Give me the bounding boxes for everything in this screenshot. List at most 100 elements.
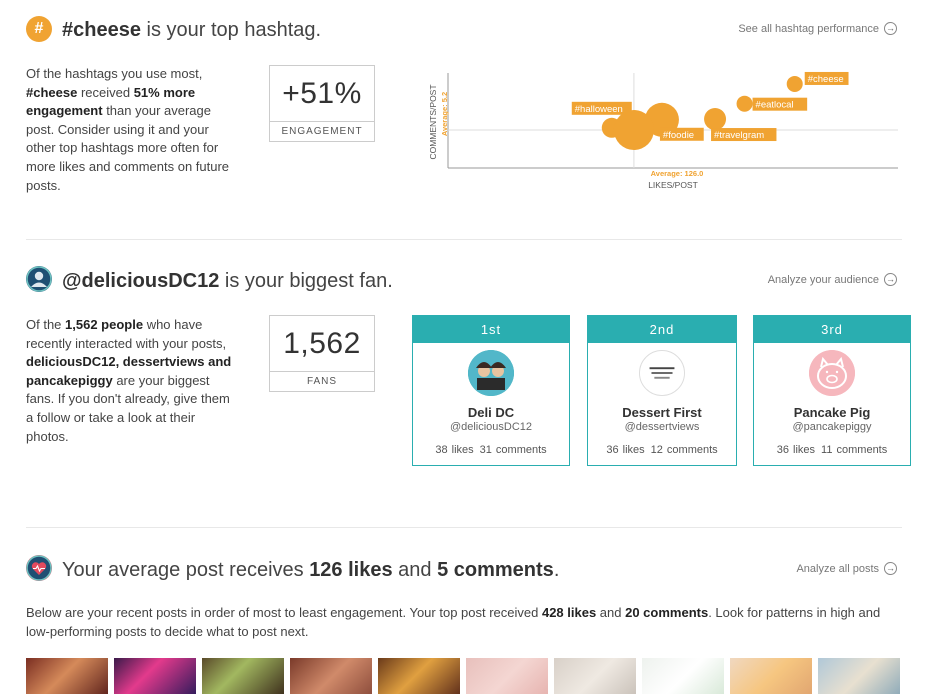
post-thumbnail[interactable] (114, 658, 196, 694)
engagement-stat-box: +51% ENGAGEMENT (269, 65, 375, 142)
fans-title-text: is your biggest fan. (219, 270, 393, 292)
post-thumbnail[interactable] (378, 658, 460, 694)
bold-span: 20 comments (625, 605, 709, 620)
fan-likes: 36 likes (776, 444, 816, 456)
fan-name: Dessert First (622, 405, 702, 420)
analyze-audience-link[interactable]: Analyze your audience → (768, 273, 897, 286)
hashtag-scatter-svg: #cheese #halloween #eatlocal #foodie #travel… (428, 71, 898, 190)
post-thumbnail[interactable] (554, 658, 636, 694)
fan-stats: 36 likes 12 comments (588, 444, 736, 456)
fans-count-value: 1,562 (283, 326, 361, 360)
text-span: and (392, 559, 438, 581)
chart-point-label: #eatlocal (756, 100, 794, 111)
analyze-audience-label: Analyze your audience (767, 273, 879, 286)
fan-rank: 3rd (754, 316, 910, 343)
engagement-value: +51% (282, 76, 362, 110)
post-thumbnail[interactable] (26, 658, 108, 694)
chart-point-label: #foodie (663, 130, 694, 141)
average-likes: 126 likes (309, 559, 393, 581)
chart-point[interactable] (613, 110, 654, 150)
analyze-all-posts-label: Analyze all posts (796, 562, 879, 575)
fan-handle[interactable]: @deliciousDC12 (413, 421, 569, 433)
hashtag-section-title: #cheese is your top hashtag. (62, 19, 321, 42)
x-axis-title: LIKES/POST (648, 180, 698, 190)
fan-handle[interactable]: @dessertviews (588, 421, 736, 433)
post-thumbnail[interactable] (466, 658, 548, 694)
fan-card-3[interactable]: 3rd Pancake Pig @pancakepiggy 36 likes 11… (753, 315, 911, 466)
arrow-right-circle-icon: → (884, 562, 897, 575)
fans-description: Of the 1,562 people who have recently in… (26, 316, 238, 446)
section-divider (26, 527, 902, 528)
biggest-fan-handle: @deliciousDC12 (62, 270, 220, 292)
y-average-label: Average: 5.2 (440, 92, 449, 136)
chart-point-label: #cheese (808, 74, 844, 85)
bold-span: 1,562 people (65, 317, 144, 332)
text-span: Below are your recent posts in order of … (26, 605, 542, 620)
chart-point-label: #travelgram (714, 130, 764, 141)
dessert-first-avatar-image (640, 351, 684, 395)
fans-count-label: FANS (270, 371, 374, 391)
fans-section-title: @deliciousDC12 is your biggest fan. (62, 270, 393, 293)
post-thumbnail[interactable] (730, 658, 812, 694)
chart-point[interactable] (736, 95, 753, 112)
deli-dc-avatar-image (468, 350, 514, 396)
see-all-hashtag-performance-label: See all hashtag performance (738, 22, 879, 35)
fan-avatar-glyph (26, 266, 52, 292)
engagement-label: ENGAGEMENT (270, 121, 374, 141)
text-span: Of the hashtags you use most, (26, 66, 203, 81)
recent-posts-strip (26, 658, 900, 694)
chart-point[interactable] (786, 75, 803, 92)
fan-handle[interactable]: @pancakepiggy (754, 421, 910, 433)
average-section-title: Your average post receives 126 likes and… (62, 559, 559, 582)
fan-avatar[interactable] (809, 350, 855, 396)
bold-span: #cheese (26, 84, 78, 100)
fan-likes: 36 likes (606, 444, 645, 456)
heart-glyph (26, 555, 52, 581)
post-thumbnail[interactable] (642, 658, 724, 694)
fan-card-1[interactable]: 1st Deli DC @deliciousDC12 38 likes 31 co… (412, 315, 570, 466)
fan-name: Pancake Pig (793, 405, 871, 420)
fan-card-2[interactable]: 2nd Dessert First @dessertviews 36 likes… (587, 315, 737, 466)
hashtag-description: Of the hashtags you use most, #cheese re… (26, 65, 238, 195)
fan-rank: 2nd (588, 316, 736, 343)
text-span: and (596, 605, 626, 620)
average-comments: 5 comments (437, 559, 554, 581)
text-span: Your average post receives (62, 559, 310, 581)
heart-rate-icon (26, 555, 52, 581)
points-layer: #cheese #halloween #eatlocal #foodie #travel… (571, 71, 849, 150)
fan-rank: 1st (413, 316, 569, 343)
fan-stats: 38 likes 31 comments (413, 444, 569, 456)
fan-stats: 36 likes 11 comments (754, 444, 910, 456)
text-span: . (553, 559, 560, 581)
fan-icon (26, 266, 52, 292)
fan-avatar[interactable] (639, 350, 685, 396)
hashtag-scatter-chart: #cheese #halloween #eatlocal #foodie #travel… (420, 68, 910, 198)
post-thumbnail[interactable] (202, 658, 284, 694)
fans-stat-box: 1,562 FANS (269, 315, 375, 392)
fan-name: Deli DC (467, 405, 515, 420)
hashtag-icon: # (26, 16, 52, 42)
arrow-right-circle-icon: → (884, 273, 897, 286)
arrow-right-circle-icon: → (884, 22, 897, 35)
text-span: Of the (26, 317, 66, 332)
fan-comments: 11 comments (821, 444, 888, 456)
fan-likes: 38 likes (435, 444, 474, 456)
analyze-all-posts-link[interactable]: Analyze all posts → (796, 562, 897, 575)
section-divider (26, 239, 902, 240)
fan-comments: 31 comments (479, 444, 547, 456)
hashtag-title-text: is your top hashtag. (140, 19, 322, 41)
top-hashtag-name: #cheese (62, 19, 141, 41)
average-description: Below are your recent posts in order of … (26, 604, 896, 641)
post-thumbnail[interactable] (818, 658, 900, 694)
post-thumbnail[interactable] (290, 658, 372, 694)
bold-span: 428 likes (541, 605, 597, 620)
y-axis-title: COMMENTS/POST (428, 84, 438, 159)
pig-avatar-image (809, 350, 855, 396)
chart-point[interactable] (704, 108, 727, 131)
fan-avatar[interactable] (468, 350, 514, 396)
text-span: received (77, 84, 134, 100)
fan-comments: 12 comments (650, 444, 718, 456)
see-all-hashtag-performance-link[interactable]: See all hashtag performance → (738, 22, 897, 35)
x-average-label: Average: 126.0 (651, 169, 704, 178)
chart-point-label: #halloween (575, 104, 623, 115)
